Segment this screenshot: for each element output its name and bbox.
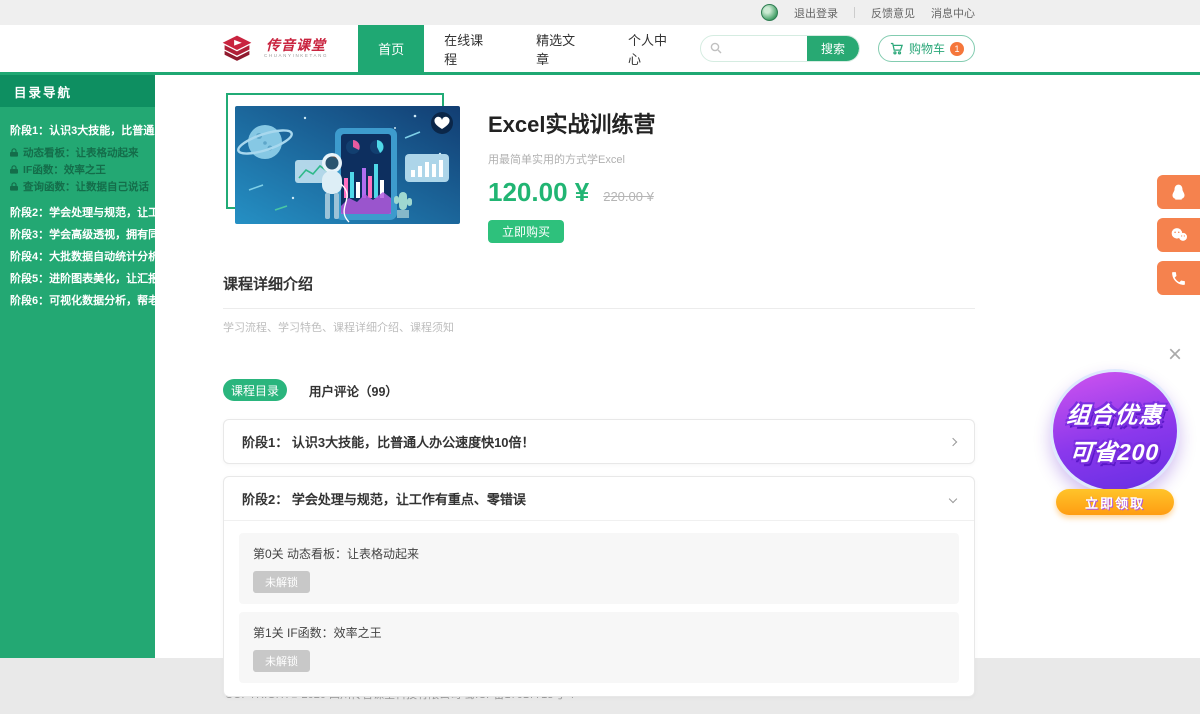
accordion-title: 阶段2： 学会处理与规范，让工作有重点、零错误 <box>242 489 526 508</box>
nav-item-courses[interactable]: 在线课程 <box>424 25 516 72</box>
detail-summary: 学习流程、学习特色、课程详细介绍、课程须知 <box>223 319 975 335</box>
divider <box>223 308 975 309</box>
stage-label: 阶段1：认识3大技能，比普通人... <box>10 122 174 138</box>
stage-label: 阶段5：进阶图表美化，让汇报一... <box>10 270 179 286</box>
logout-link[interactable]: 退出登录 <box>794 5 838 21</box>
sidebar-stage-1[interactable]: 阶段1：认识3大技能，比普通人... <box>0 119 155 141</box>
main-area: 目录导航 阶段1：认识3大技能，比普通人... 动态看板：让表格动起来 IF函数… <box>0 75 1200 658</box>
course-subtitle: 用最简单实用的方式学Excel <box>488 151 656 167</box>
accordion-title: 阶段1： 认识3大技能，比普通人办公速度快10倍！ <box>242 432 535 451</box>
promo-badge[interactable]: 组合优惠 可省200 <box>1050 369 1180 493</box>
promo-line-1: 组合优惠 <box>1066 396 1164 430</box>
accordion-stage-1: 阶段1： 认识3大技能，比普通人办公速度快10倍！ <box>223 419 975 464</box>
course-info: Excel实战训练营 用最简单实用的方式学Excel 120.00 ¥ 220.… <box>488 93 656 243</box>
nav-menu: 首页 在线课程 精选文章 个人中心 <box>358 25 700 72</box>
accordion-stage-2: 阶段2： 学会处理与规范，让工作有重点、零错误 第0关 动态看板：让表格动起来 … <box>223 476 975 697</box>
accordion-body: 第0关 动态看板：让表格动起来 未解锁 第1关 IF函数：效率之王 未解锁 <box>224 520 974 696</box>
top-utility-bar: 退出登录 反馈意见 消息中心 <box>0 0 1200 25</box>
chevron-down-icon <box>949 494 957 502</box>
logo[interactable]: 传音课堂 CHUANYINKETANG <box>216 25 328 72</box>
messages-link[interactable]: 消息中心 <box>931 5 975 21</box>
lock-icon <box>10 165 18 174</box>
locked-status-badge: 未解锁 <box>253 650 310 672</box>
phone-icon <box>1170 270 1187 287</box>
lesson-label: 动态看板：让表格动起来 <box>23 145 139 160</box>
qq-icon <box>1169 183 1188 202</box>
close-icon[interactable]: × <box>1168 343 1182 367</box>
feedback-link[interactable]: 反馈意见 <box>871 5 915 21</box>
cart-button[interactable]: 购物车 1 <box>878 35 975 62</box>
stage-label: 阶段4：大批数据自动统计分析，... <box>10 248 179 264</box>
catalog-sidebar: 目录导航 阶段1：认识3大技能，比普通人... 动态看板：让表格动起来 IF函数… <box>0 75 155 658</box>
nav-item-profile[interactable]: 个人中心 <box>608 25 700 72</box>
sidebar-title: 目录导航 <box>0 75 155 107</box>
stage-label: 阶段6：可视化数据分析，帮老板... <box>10 292 179 308</box>
tab-course-catalog[interactable]: 课程目录 <box>223 379 287 401</box>
sidebar-stage-6[interactable]: 阶段6：可视化数据分析，帮老板... <box>0 289 155 311</box>
detail-section: 课程详细介绍 学习流程、学习特色、课程详细介绍、课程须知 <box>223 273 975 335</box>
logo-title: 传音课堂 <box>266 38 326 52</box>
locked-status-badge: 未解锁 <box>253 571 310 593</box>
lesson-name: 第0关 动态看板：让表格动起来 <box>253 545 945 562</box>
wechat-icon <box>1169 225 1189 245</box>
claim-coupon-button[interactable]: 立即领取 <box>1056 489 1174 515</box>
accordion-header[interactable]: 阶段1： 认识3大技能，比普通人办公速度快10倍！ <box>224 420 974 463</box>
locked-lesson[interactable]: 查询函数：让数据自己说话 <box>0 178 155 195</box>
logo-subtitle: CHUANYINKETANG <box>264 54 328 59</box>
cart-icon <box>889 41 904 56</box>
course-title: Excel实战训练营 <box>488 107 656 139</box>
lock-icon <box>10 182 18 191</box>
contact-float-buttons <box>1157 175 1200 295</box>
nav-item-home[interactable]: 首页 <box>358 25 424 72</box>
search-button[interactable]: 搜索 <box>807 35 859 62</box>
buy-now-button[interactable]: 立即购买 <box>488 220 564 243</box>
lesson-label: IF函数：效率之王 <box>23 162 106 177</box>
search-icon <box>701 35 727 62</box>
logo-icon <box>216 34 258 64</box>
stage-label: 阶段3：学会高级透视，拥有同时... <box>10 226 179 242</box>
search-box: 搜索 <box>700 35 860 62</box>
stage-accordion: 阶段1： 认识3大技能，比普通人办公速度快10倍！ 阶段2： 学会处理与规范，让… <box>223 419 975 697</box>
nav-item-articles[interactable]: 精选文章 <box>516 25 608 72</box>
cart-label: 购物车 <box>909 40 945 57</box>
sidebar-stage-3[interactable]: 阶段3：学会高级透视，拥有同时... <box>0 223 155 245</box>
tab-user-comments[interactable]: 用户评论（99） <box>309 381 398 400</box>
search-input[interactable] <box>727 36 807 61</box>
current-price: 120.00 ¥ <box>488 177 589 208</box>
original-price: 220.00 ¥ <box>603 189 654 204</box>
sidebar-stage-4[interactable]: 阶段4：大批数据自动统计分析，... <box>0 245 155 267</box>
accordion-header[interactable]: 阶段2： 学会处理与规范，让工作有重点、零错误 <box>224 477 974 520</box>
course-cover <box>223 93 460 225</box>
lesson-label: 查询函数：让数据自己说话 <box>23 179 149 194</box>
price-row: 120.00 ¥ 220.00 ¥ <box>488 177 656 208</box>
divider <box>854 7 855 18</box>
chevron-right-icon <box>949 437 957 445</box>
lesson-row[interactable]: 第1关 IF函数：效率之王 未解锁 <box>239 612 959 683</box>
detail-heading: 课程详细介绍 <box>223 273 975 294</box>
user-avatar[interactable] <box>761 4 778 21</box>
locked-lesson[interactable]: 动态看板：让表格动起来 <box>0 144 155 161</box>
lock-icon <box>10 148 18 157</box>
lesson-name: 第1关 IF函数：效率之王 <box>253 624 945 641</box>
main-nav: 传音课堂 CHUANYINKETANG 首页 在线课程 精选文章 个人中心 搜索… <box>0 25 1200 75</box>
stage-1-lessons: 动态看板：让表格动起来 IF函数：效率之王 查询函数：让数据自己说话 <box>0 144 155 195</box>
course-header: Excel实战训练营 用最简单实用的方式学Excel 120.00 ¥ 220.… <box>155 75 1200 243</box>
wechat-contact-button[interactable] <box>1157 218 1200 252</box>
course-cover-image[interactable] <box>235 106 460 224</box>
lesson-row[interactable]: 第0关 动态看板：让表格动起来 未解锁 <box>239 533 959 604</box>
stage-label: 阶段2：学会处理与规范，让工作... <box>10 204 179 220</box>
sidebar-stage-2[interactable]: 阶段2：学会处理与规范，让工作... <box>0 201 155 223</box>
promo-line-2: 可省200 <box>1069 433 1161 467</box>
qq-contact-button[interactable] <box>1157 175 1200 209</box>
cart-count-badge: 1 <box>950 42 964 56</box>
phone-contact-button[interactable] <box>1157 261 1200 295</box>
sidebar-stage-5[interactable]: 阶段5：进阶图表美化，让汇报一... <box>0 267 155 289</box>
locked-lesson[interactable]: IF函数：效率之王 <box>0 161 155 178</box>
promo-widget: × 组合优惠 可省200 立即领取 <box>1040 343 1190 515</box>
